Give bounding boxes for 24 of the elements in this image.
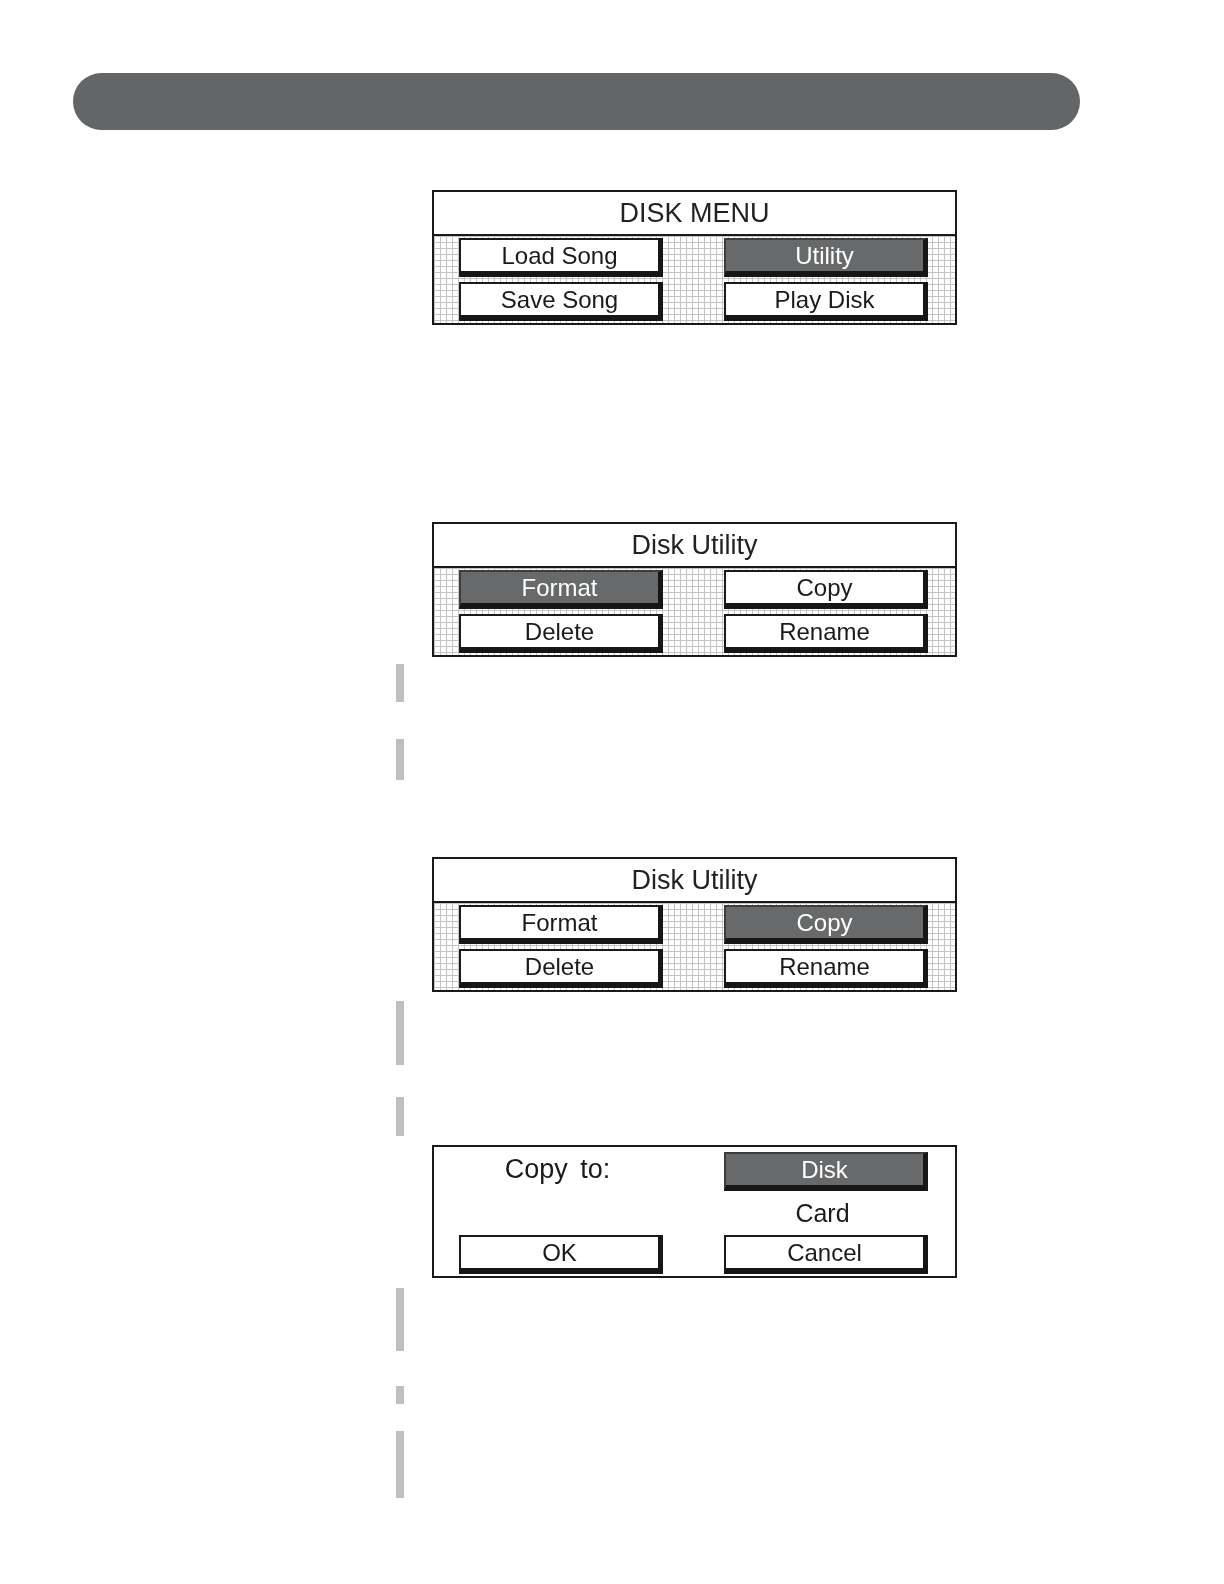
change-bar bbox=[396, 1288, 404, 1351]
menu-button[interactable]: Load Song bbox=[459, 238, 663, 277]
menu-button[interactable]: Format bbox=[459, 905, 663, 944]
change-bar bbox=[396, 739, 404, 780]
menu-button[interactable]: Rename bbox=[724, 614, 928, 653]
change-bar bbox=[396, 1097, 404, 1136]
change-bar bbox=[396, 1431, 404, 1498]
dialog-button[interactable]: OK bbox=[459, 1235, 663, 1274]
menu-button[interactable]: Play Disk bbox=[724, 282, 928, 321]
change-bar bbox=[396, 664, 404, 702]
menu-button[interactable]: Utility bbox=[724, 238, 928, 277]
menu-option[interactable]: Disk bbox=[724, 1152, 928, 1191]
menu-button[interactable]: Copy bbox=[724, 570, 928, 609]
menu-button[interactable]: Save Song bbox=[459, 282, 663, 321]
menu-button[interactable]: Format bbox=[459, 570, 663, 609]
menu-option[interactable]: Card bbox=[795, 1198, 850, 1228]
menu-button[interactable]: Delete bbox=[459, 949, 663, 988]
prompt-label: Copy to: bbox=[504, 1153, 611, 1185]
change-bar bbox=[396, 1386, 404, 1404]
menu-button[interactable]: Rename bbox=[724, 949, 928, 988]
menu-button[interactable]: Delete bbox=[459, 614, 663, 653]
menu-button[interactable]: Copy bbox=[724, 905, 928, 944]
change-bar bbox=[396, 1001, 404, 1065]
dialog-button[interactable]: Cancel bbox=[724, 1235, 928, 1274]
